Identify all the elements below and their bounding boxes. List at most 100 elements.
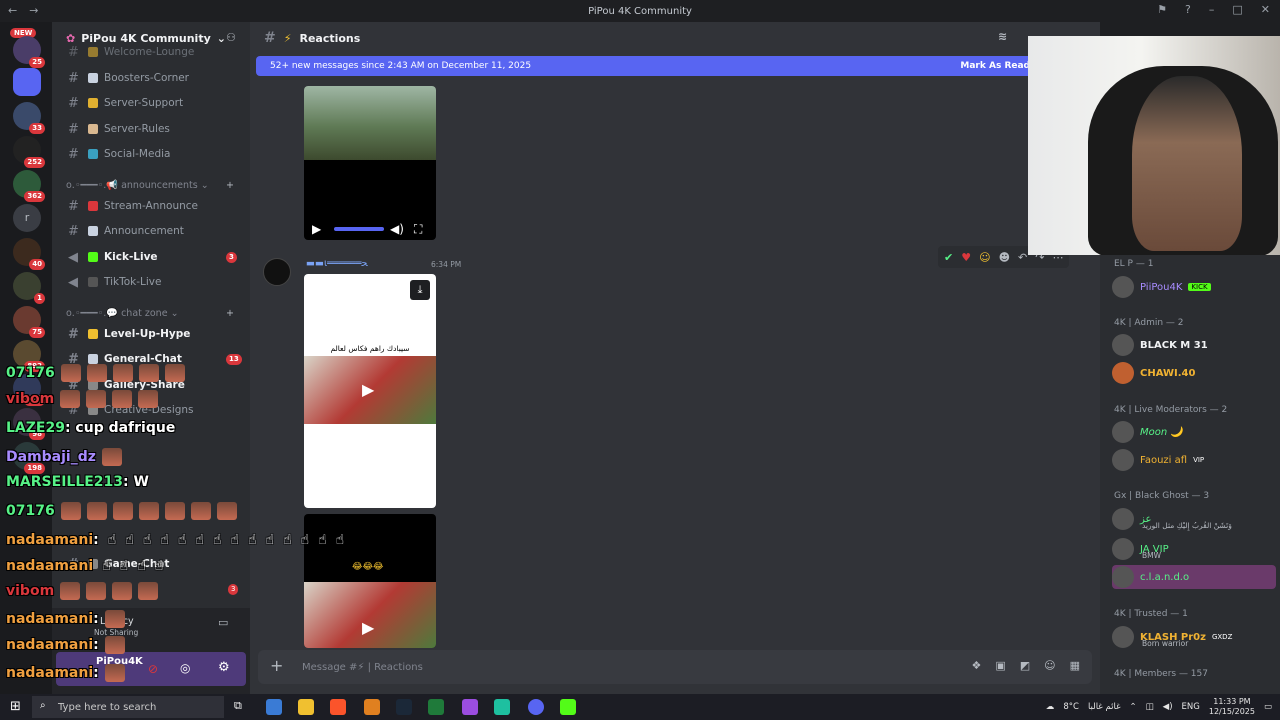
message-composer[interactable]: + Message #⚡ | Reactions ❖ ▣ ◩ ☺ ▦ [258, 650, 1092, 684]
member-item[interactable]: Moon 🌙 [1112, 420, 1276, 444]
server-icon-r[interactable]: r [13, 204, 41, 232]
new-messages-bar[interactable]: 52+ new messages since 2:43 AM on Decemb… [256, 56, 1036, 76]
member-item[interactable]: PiiPou4K KICK [1112, 275, 1276, 299]
channel-general-chat[interactable]: # General-Chat 13 [68, 349, 242, 369]
gift-icon[interactable]: ❖ [971, 659, 981, 672]
channel-welcome[interactable]: # Welcome-Lounge [68, 42, 194, 62]
play-icon[interactable]: ▶ [312, 222, 321, 236]
channel-support[interactable]: # Server-Support [68, 93, 183, 113]
user-card[interactable]: PiPou4K ⊘ ◎ ⚙ [56, 652, 246, 686]
kick-icon[interactable] [560, 699, 576, 715]
server-icon[interactable]: 40 [13, 238, 45, 270]
chevron-up-icon[interactable]: ⌃ [1130, 702, 1137, 712]
check-icon[interactable]: ✔ [944, 251, 953, 264]
network-icon[interactable]: ◫ [1146, 702, 1154, 712]
settings-gear-icon[interactable]: ⚙ [218, 660, 230, 675]
mute-mic-icon[interactable]: ⊘ [148, 662, 158, 676]
channel-kick-live[interactable]: ◀ Kick-Live 3 [68, 247, 237, 267]
server-icon[interactable]: 198 [13, 442, 45, 474]
heart-icon[interactable]: ♥ [961, 251, 971, 264]
clock[interactable]: 11:33 PM 12/15/2025 [1209, 697, 1255, 717]
brave-icon[interactable] [330, 699, 346, 715]
minimize-button[interactable]: – [1209, 3, 1215, 16]
category-chat-zone[interactable]: ο.◦━━━◦.💬 chat zone ⌄ + [66, 308, 234, 319]
channel-tiktok-live[interactable]: ◀ TikTok-Live [68, 272, 161, 292]
author-avatar[interactable] [263, 258, 291, 286]
app-icon[interactable] [266, 699, 282, 715]
threads-icon[interactable]: ≋ [998, 30, 1007, 43]
channel-rules[interactable]: # Server-Rules [68, 119, 170, 139]
forward-arrow-icon[interactable]: → [29, 4, 38, 17]
notification-icon[interactable]: ▭ [1264, 702, 1272, 712]
add-attachment-icon[interactable]: + [270, 656, 283, 675]
close-button[interactable]: ✕ [1261, 3, 1270, 16]
steam-icon[interactable] [396, 699, 412, 715]
channel-boosters[interactable]: # Boosters-Corner [68, 68, 189, 88]
taskbar-search[interactable]: ⌕ Type here to search [32, 696, 224, 718]
channel-stream-announce[interactable]: # Stream-Announce [68, 196, 198, 216]
channel-creative[interactable]: # Creative-Designs [68, 400, 194, 420]
server-icon[interactable]: 33 [13, 102, 45, 134]
member-item[interactable]: Faouzi afl VIP [1112, 448, 1276, 472]
reply-icon[interactable]: ↶ [1018, 251, 1027, 264]
server-icon[interactable]: 25 [13, 36, 45, 68]
member-item[interactable]: عز ﻭَﺗَﺸَﻦْ ﺍﻟﻘُﺮﺏُ ﺇِﻟﻴْﻚِ ﻣﺜﻞ ﺍﻟﻮﺭﻳﺪ [1112, 507, 1276, 531]
screen-share-icon[interactable]: ▭ [218, 616, 228, 629]
emoji-icon[interactable]: ☺ [1044, 659, 1055, 672]
server-folder-icon[interactable] [13, 68, 41, 96]
inbox-icon[interactable]: ⚑ [1157, 3, 1167, 16]
gif-icon[interactable]: ▣ [995, 659, 1005, 672]
server-icon[interactable]: 75 [13, 306, 45, 338]
server-icon[interactable]: 898 [13, 374, 45, 406]
channel-social[interactable]: # Social-Media [68, 144, 170, 164]
category-announcements[interactable]: ο.◦━━━◦.📢 announcements ⌄ + [66, 180, 234, 191]
server-icon[interactable]: 892 [13, 340, 45, 372]
maximize-button[interactable]: □ [1232, 3, 1242, 16]
member-item[interactable]: BLACK M 31 [1112, 333, 1276, 357]
channel-announcement[interactable]: # Announcement [68, 221, 184, 241]
windows-start-icon[interactable]: ⊞ [10, 699, 21, 714]
play-icon[interactable]: ▶ [362, 618, 374, 637]
app-icon[interactable] [494, 699, 510, 715]
add-member-icon[interactable]: ⚇ [226, 31, 236, 44]
volume-icon[interactable]: ◀) [1163, 702, 1173, 712]
file-explorer-icon[interactable] [298, 699, 314, 715]
video-attachment-3[interactable]: 😂😂😂 ▶ [304, 514, 436, 648]
excel-icon[interactable] [428, 699, 444, 715]
sticker-icon[interactable]: ◩ [1020, 659, 1030, 672]
laugh-icon[interactable]: ☺ [979, 251, 990, 264]
app-icon[interactable] [364, 699, 380, 715]
play-icon[interactable]: ▶ [362, 380, 374, 399]
language-indicator[interactable]: ENG [1182, 702, 1200, 712]
server-icon[interactable]: 362 [13, 170, 45, 202]
task-view-icon[interactable]: ⧉ [234, 699, 242, 713]
video-progress-bar[interactable] [334, 227, 384, 231]
message-author[interactable]: ▬▬ι══════ﺤ [306, 258, 368, 269]
member-item[interactable]: CHAWI.40 [1112, 361, 1276, 385]
member-item[interactable]: KLASH Pr0z GXDZ Born warrior [1112, 625, 1276, 649]
discord-icon[interactable] [528, 699, 544, 715]
add-channel-icon[interactable]: + [226, 180, 234, 191]
weather-temp[interactable]: 8°C [1063, 702, 1079, 712]
server-icon[interactable]: 252 [13, 136, 45, 168]
channel-game-chat[interactable]: # Game-Chat [68, 554, 169, 574]
app-icon[interactable] [462, 699, 478, 715]
video-attachment-2[interactable]: ⤓ سيبادك راهم فكاس لعالم ▶ [304, 274, 436, 508]
message-input[interactable]: Message #⚡ | Reactions [302, 662, 423, 673]
apps-icon[interactable]: ▦ [1070, 659, 1080, 672]
help-icon[interactable]: ? [1185, 3, 1191, 16]
server-icon[interactable]: 98 [13, 408, 45, 440]
add-channel-icon[interactable]: + [226, 308, 234, 319]
channel-gallery[interactable]: # Gallery-Share [68, 375, 185, 395]
download-icon[interactable]: ⤓ [410, 280, 430, 300]
server-icon[interactable]: 1 [13, 272, 45, 304]
mark-as-read-button[interactable]: Mark As Read [960, 61, 1030, 71]
channel-level-up[interactable]: # Level-Up-Hype [68, 324, 190, 344]
headphones-icon[interactable]: ◎ [180, 661, 190, 675]
fullscreen-icon[interactable]: ⛶ [414, 222, 422, 237]
back-arrow-icon[interactable]: ← [8, 4, 17, 17]
volume-icon[interactable]: ◀) [390, 222, 404, 236]
member-item[interactable]: c.l.a.n.d.o [1112, 565, 1276, 589]
member-item[interactable]: JA VIP BMW [1112, 537, 1276, 561]
video-attachment[interactable]: ▶ ◀) ⛶ [304, 86, 436, 240]
